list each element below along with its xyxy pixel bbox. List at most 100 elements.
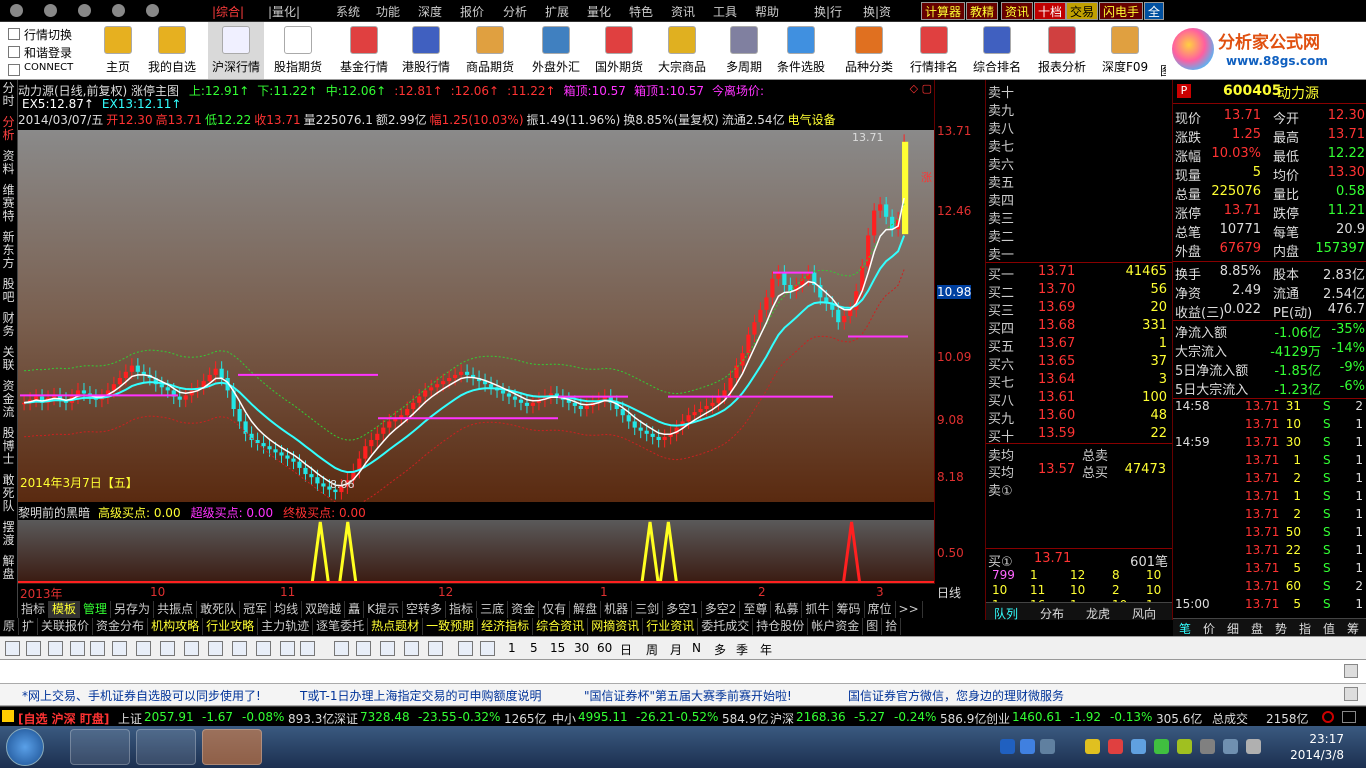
draw-tool-icon[interactable] <box>5 641 20 656</box>
draw-tool-icon[interactable] <box>300 641 315 656</box>
period-button[interactable]: 1 <box>508 641 516 655</box>
period-button[interactable]: N <box>692 641 701 655</box>
info-tab[interactable]: 主力轨迹 <box>258 618 314 635</box>
menu-item[interactable]: 报价 <box>460 3 484 20</box>
side-tab[interactable]: 敢死队 <box>0 474 17 521</box>
menu-item[interactable]: 量化 <box>587 3 611 20</box>
indicator-tab[interactable]: >> <box>896 601 923 618</box>
period-button[interactable]: 季 <box>736 641 748 658</box>
toolbar-button[interactable]: 主页 <box>98 22 138 79</box>
indicator-tab[interactable]: 指标 <box>18 601 50 618</box>
info-tab[interactable]: 综合资讯 <box>533 618 589 635</box>
indicator-tab[interactable]: 筹码 <box>833 601 865 618</box>
side-tab[interactable]: 资料 <box>0 150 17 184</box>
period-button[interactable]: 15 <box>550 641 565 655</box>
quick-button[interactable]: 全 <box>1144 2 1165 20</box>
indicator-tab[interactable]: 至尊 <box>740 601 772 618</box>
menu-item[interactable]: 功能 <box>376 3 400 20</box>
help-icon[interactable] <box>1020 739 1035 754</box>
kline-chart[interactable]: 13.71 8.06 涨 2014年3月7日【五】 <box>18 130 934 502</box>
indicator-tab[interactable]: 机器 <box>601 601 633 618</box>
input-strip[interactable] <box>0 660 1366 684</box>
browser-task-icon[interactable] <box>136 729 196 765</box>
checkbox[interactable] <box>8 64 20 76</box>
indicator-tab[interactable]: 共振点 <box>154 601 198 618</box>
app-task-icon[interactable] <box>202 729 262 765</box>
draw-tool-icon[interactable] <box>70 641 85 656</box>
indicator-tab[interactable]: 空转多 <box>403 601 447 618</box>
ask-row[interactable]: 卖三 <box>986 208 1173 227</box>
draw-tool-icon[interactable] <box>356 641 371 656</box>
scroll-arrow-icon[interactable] <box>1344 687 1358 701</box>
volume-icon[interactable] <box>1246 739 1261 754</box>
toolbar-button[interactable]: 条件选股 <box>773 22 829 79</box>
info-tab[interactable]: 委托成交 <box>698 618 754 635</box>
window-dot-icon[interactable] <box>112 4 125 17</box>
ask-row[interactable]: 卖十 <box>986 82 1173 101</box>
bid-row[interactable]: 买七 13.64 3 <box>986 372 1173 391</box>
quote-tab[interactable]: 势 <box>1275 620 1287 637</box>
toolbar-button[interactable]: 大宗商品 <box>654 22 710 79</box>
indicator-tab[interactable]: 均线 <box>271 601 303 618</box>
network-icon[interactable] <box>1223 739 1238 754</box>
info-tab[interactable]: 行业攻略 <box>203 618 259 635</box>
tray-icon[interactable] <box>1200 739 1215 754</box>
quote-tab[interactable]: 盘 <box>1251 620 1263 637</box>
ask-row[interactable]: 卖八 <box>986 118 1173 137</box>
quote-tab[interactable]: 细 <box>1227 620 1239 637</box>
checkbox[interactable] <box>8 28 20 40</box>
shield-icon[interactable] <box>1154 739 1169 754</box>
info-tab[interactable]: 持仓股份 <box>753 618 809 635</box>
indicator-tab[interactable]: 敢死队 <box>197 601 241 618</box>
bid-row[interactable]: 买二 13.70 56 <box>986 282 1173 301</box>
side-tab[interactable]: 分时 <box>0 82 17 116</box>
bid-row[interactable]: 买六 13.65 37 <box>986 354 1173 373</box>
period-button[interactable]: 月 <box>670 641 682 658</box>
indicator-tab[interactable]: 指标 <box>446 601 478 618</box>
indicator-tab[interactable]: 双跨越 <box>302 601 346 618</box>
period-button[interactable]: 60 <box>597 641 612 655</box>
draw-tool-icon[interactable] <box>380 641 395 656</box>
info-tab[interactable]: 网摘资讯 <box>588 618 644 635</box>
bid-row[interactable]: 买三 13.69 20 <box>986 300 1173 319</box>
toolbar-button[interactable]: 行情排名 <box>906 22 962 79</box>
tray-icon[interactable] <box>1177 739 1192 754</box>
chart-corner-icon[interactable]: ◇ ▢ <box>910 82 932 95</box>
menu-item[interactable]: 换|资 <box>863 3 891 20</box>
news-item[interactable]: T或T-1日办理上海指定交易的可申购额度说明 <box>300 687 542 704</box>
draw-tool-icon[interactable] <box>136 641 151 656</box>
toolbar-button[interactable]: 多周期 <box>718 22 770 79</box>
indicator-tab[interactable]: 私募 <box>771 601 803 618</box>
watchlist-tag[interactable]: [自选 沪深 盯盘] <box>18 710 109 727</box>
toolbar-button[interactable]: 基金行情 <box>336 22 392 79</box>
tray-icon[interactable] <box>1085 739 1100 754</box>
draw-tool-icon[interactable] <box>256 641 271 656</box>
book-tab[interactable]: 分布 <box>1040 605 1064 622</box>
quote-tab[interactable]: 筹 <box>1347 620 1359 637</box>
quick-button[interactable]: 教精 <box>966 2 999 20</box>
tray-icon[interactable] <box>1000 739 1015 754</box>
info-tab[interactable]: 逐笔委托 <box>313 618 369 635</box>
ask-row[interactable]: 卖六 <box>986 154 1173 173</box>
info-tab[interactable]: 资金分布 <box>93 618 149 635</box>
period-button[interactable]: 30 <box>574 641 589 655</box>
menu-item[interactable]: |综合| <box>212 3 244 20</box>
quote-tab[interactable]: 价 <box>1203 620 1215 637</box>
indicator-tab[interactable]: 三底 <box>477 601 509 618</box>
app-small-icon[interactable] <box>2 710 14 722</box>
draw-tool-icon[interactable] <box>112 641 127 656</box>
side-tab[interactable]: 关联 <box>0 346 17 380</box>
f5-icon[interactable] <box>458 641 473 656</box>
indicator-tab[interactable]: 抓牛 <box>802 601 834 618</box>
info-tab[interactable]: 拾 <box>882 618 902 635</box>
tray-icon[interactable] <box>1108 739 1123 754</box>
draw-tool-icon[interactable] <box>232 641 247 656</box>
indicator-chart[interactable] <box>18 520 934 584</box>
menu-item[interactable]: |量化| <box>268 3 300 20</box>
toolbar-button[interactable]: 国外期货 <box>591 22 647 79</box>
indicator-tab[interactable]: 仅有 <box>539 601 571 618</box>
indicator-tab[interactable]: 多空2 <box>702 601 741 618</box>
toolbar-button[interactable]: 深度F09 <box>1102 22 1148 79</box>
bid-row[interactable]: 买一 13.71 41465 <box>986 264 1173 283</box>
book-tab[interactable]: 龙虎 <box>1086 605 1110 622</box>
